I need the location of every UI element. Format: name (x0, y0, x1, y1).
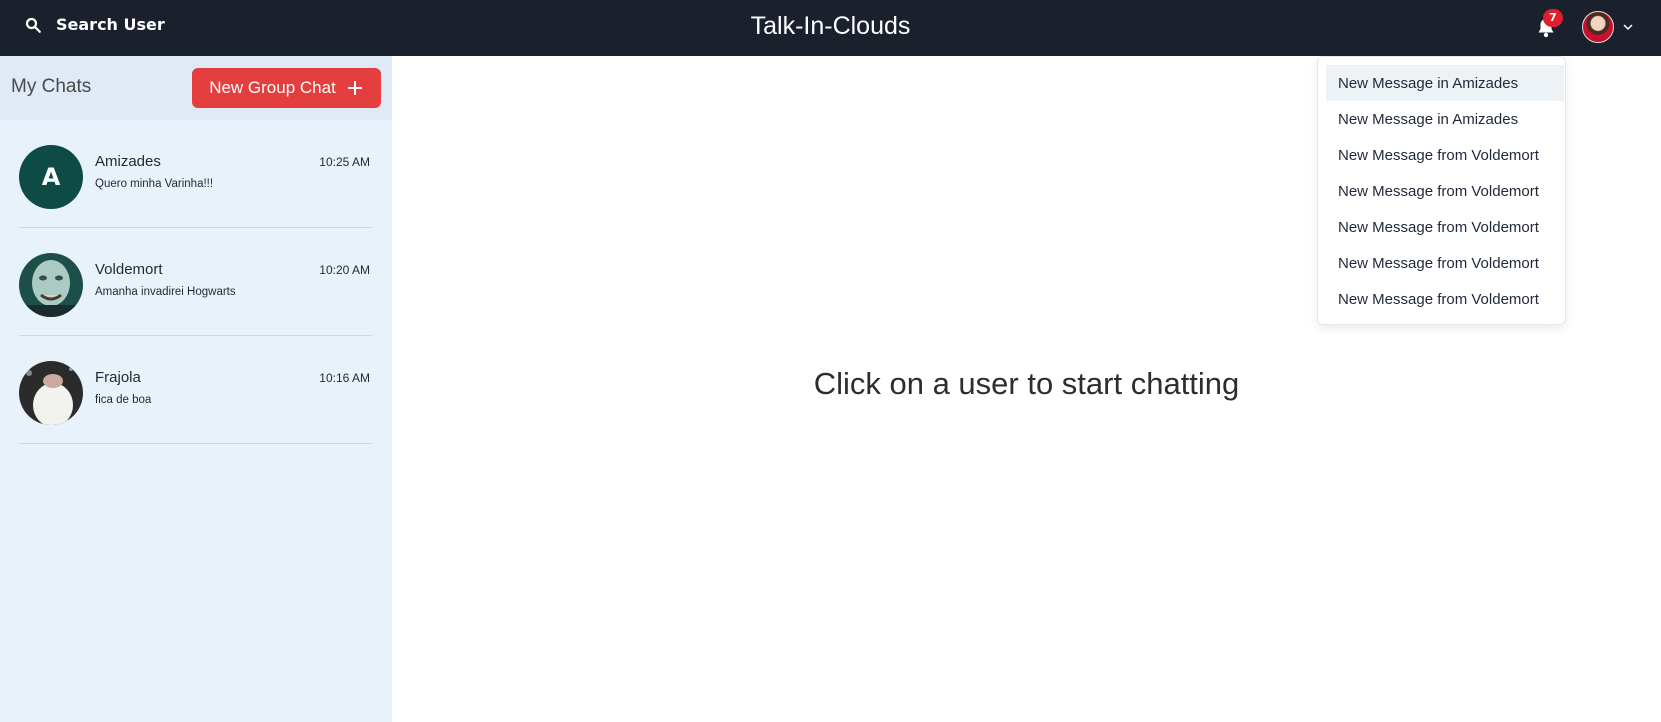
chat-list-item[interactable]: Frajola fica de boa 10:16 AM (19, 336, 372, 444)
sidebar-title: My Chats (11, 76, 92, 97)
chat-list-item[interactable]: Voldemort Amanha invadirei Hogwarts 10:2… (19, 228, 372, 336)
search-user-button[interactable]: Search User (24, 15, 165, 34)
chat-time: 10:25 AM (319, 155, 370, 169)
notification-item[interactable]: New Message from Voldemort (1318, 137, 1565, 173)
search-icon (25, 17, 41, 33)
top-navbar: Search User Talk-In-Clouds 7 (0, 0, 1661, 56)
chat-name: Frajola (95, 369, 141, 386)
chat-time: 10:16 AM (319, 371, 370, 385)
profile-menu-button[interactable] (1582, 11, 1634, 43)
chevron-down-icon (1623, 24, 1633, 31)
plus-icon (347, 81, 362, 95)
chat-last-message: Quero minha Varinha!!! (95, 178, 214, 190)
avatar (1582, 11, 1614, 43)
chat-list-item[interactable]: A Amizades Quero minha Varinha!!! 10:25 … (19, 120, 372, 228)
notification-item[interactable]: New Message from Voldemort (1318, 209, 1565, 245)
frajola-photo (19, 361, 83, 425)
new-group-chat-button[interactable]: New Group Chat (192, 68, 381, 108)
chat-name: Amizades (95, 153, 161, 170)
chat-time: 10:20 AM (319, 263, 370, 277)
chat-name: Voldemort (95, 261, 163, 278)
avatar-letter: A (19, 145, 83, 209)
notification-item[interactable]: New Message in Amizades (1318, 101, 1565, 137)
voldemort-photo (19, 253, 83, 317)
search-user-label: Search User (56, 15, 165, 34)
notification-badge: 7 (1543, 9, 1563, 27)
notification-item[interactable]: New Message in Amizades (1326, 65, 1564, 101)
chat-avatar-amizades: A (19, 145, 83, 209)
app-title: Talk-In-Clouds (750, 12, 911, 40)
chat-avatar-frajola (19, 361, 83, 425)
chat-last-message: fica de boa (95, 394, 152, 406)
empty-chat-placeholder: Click on a user to start chatting (813, 366, 1240, 401)
chat-avatar-voldemort (19, 253, 83, 317)
sidebar-header: My Chats New Group Chat (0, 56, 392, 120)
my-chats-sidebar: My Chats New Group Chat A Amizades Quero… (0, 56, 392, 722)
notifications-dropdown: New Message in Amizades New Message in A… (1317, 56, 1566, 325)
new-group-chat-label: New Group Chat (209, 78, 336, 97)
notification-item[interactable]: New Message from Voldemort (1318, 245, 1565, 281)
notification-item[interactable]: New Message from Voldemort (1318, 173, 1565, 209)
chat-last-message: Amanha invadirei Hogwarts (95, 286, 236, 298)
notification-item[interactable]: New Message from Voldemort (1318, 281, 1565, 317)
